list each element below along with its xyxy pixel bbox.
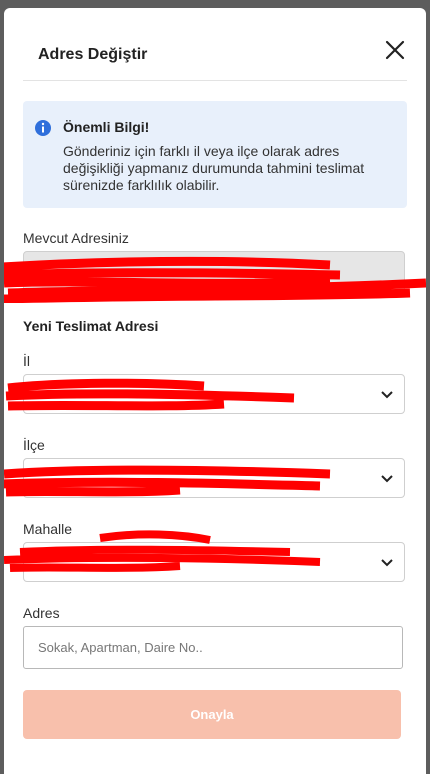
ilce-label: İlçe [23, 437, 45, 453]
adres-input[interactable] [23, 626, 403, 669]
chevron-down-icon [381, 559, 393, 567]
il-select[interactable] [23, 374, 405, 414]
info-text: Gönderiniz için farklı il veya ilçe olar… [63, 143, 365, 193]
current-address-label: Mevcut Adresiniz [23, 230, 129, 246]
current-address-field [23, 251, 405, 294]
adres-label: Adres [23, 605, 60, 621]
mahalle-select[interactable] [23, 542, 405, 582]
ilce-select[interactable] [23, 458, 405, 498]
modal-title: Adres Değiştir [38, 46, 148, 63]
info-title: Önemli Bilgi! [63, 119, 150, 135]
info-box: Önemli Bilgi! Gönderiniz için farklı il … [23, 101, 407, 208]
chevron-down-icon [381, 475, 393, 483]
chevron-down-icon [381, 391, 393, 399]
il-label: İl [23, 353, 30, 369]
close-icon[interactable] [381, 36, 409, 64]
modal-header: Adres Değiştir [23, 8, 407, 81]
address-change-modal: Adres Değiştir Önemli Bilgi! Gönderiniz … [4, 8, 426, 774]
mahalle-label: Mahalle [23, 521, 73, 537]
info-icon [34, 119, 52, 142]
new-address-heading: Yeni Teslimat Adresi [23, 318, 159, 334]
onayla-button[interactable]: Onayla [23, 690, 401, 739]
